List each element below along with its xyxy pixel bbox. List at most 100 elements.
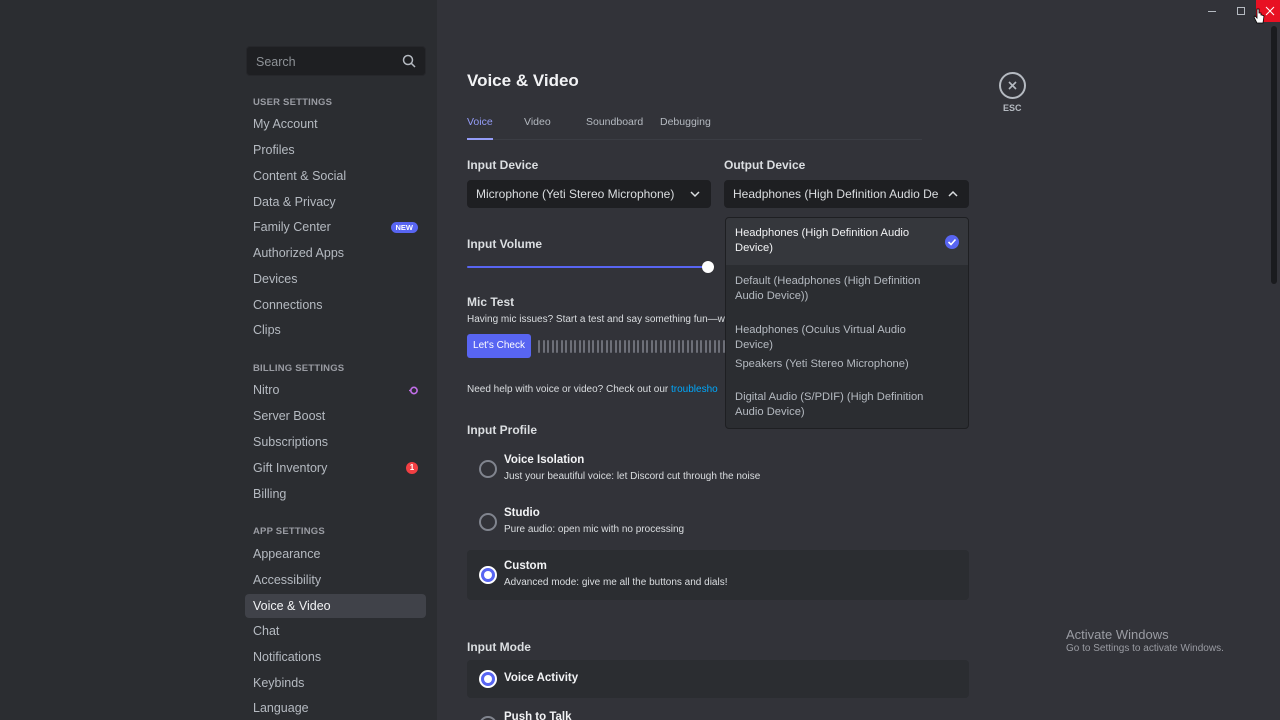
mic-level-bar	[592, 340, 594, 353]
radio-button[interactable]	[479, 513, 497, 531]
tab-debugging[interactable]: Debugging	[660, 116, 711, 140]
page-title: Voice & Video	[467, 71, 579, 90]
activate-windows-title: Activate Windows	[1066, 627, 1169, 642]
mic-level-bar	[614, 340, 617, 353]
radio-button[interactable]	[479, 460, 497, 478]
scrollbar[interactable]	[1271, 26, 1277, 284]
mic-level-bar	[565, 340, 567, 353]
settings-sidebar: USER SETTINGS My Account Profiles Conten…	[0, 0, 437, 720]
sidebar-item-notifications[interactable]: Notifications	[245, 645, 426, 669]
input-device-value: Microphone (Yeti Stereo Microphone)	[476, 187, 675, 201]
sidebar-item-label: Family Center	[253, 220, 331, 234]
esc-label: ESC	[1003, 103, 1022, 113]
mouse-cursor-icon	[1253, 8, 1265, 24]
sidebar-item-family-center[interactable]: Family Center NEW	[245, 215, 426, 239]
dropdown-option[interactable]: Digital Audio (S/PDIF) (High Definition …	[726, 390, 968, 420]
app-settings-header: APP SETTINGS	[253, 526, 325, 537]
profile-description: Just your beautiful voice: let Discord c…	[504, 471, 761, 482]
search-icon[interactable]	[402, 54, 416, 68]
sidebar-item-billing[interactable]: Billing	[245, 482, 426, 506]
troubleshooting-link[interactable]: troublesho	[671, 384, 718, 395]
input-device-select[interactable]: Microphone (Yeti Stereo Microphone)	[467, 180, 711, 208]
sidebar-item-language[interactable]: Language	[245, 696, 426, 720]
sidebar-item-subscriptions[interactable]: Subscriptions	[245, 430, 426, 454]
input-volume-label: Input Volume	[467, 237, 543, 251]
sidebar-item-keybinds[interactable]: Keybinds	[245, 671, 426, 695]
mic-level-bar	[632, 340, 635, 353]
mic-level-bar	[677, 340, 680, 353]
search-input[interactable]	[256, 53, 396, 71]
mic-test-description: Having mic issues? Start a test and say …	[467, 314, 725, 325]
maximize-button[interactable]	[1227, 0, 1255, 22]
sidebar-item-connections[interactable]: Connections	[245, 293, 426, 317]
sidebar-item-gift-inventory[interactable]: Gift Inventory 1	[245, 456, 426, 480]
mic-level-bar	[704, 340, 707, 353]
new-badge: NEW	[390, 222, 418, 233]
help-text-prefix: Need help with voice or video? Check out…	[467, 384, 672, 395]
nitro-icon	[409, 386, 418, 395]
sidebar-item-data-privacy[interactable]: Data & Privacy	[245, 190, 426, 214]
tab-video[interactable]: Video	[524, 116, 551, 140]
search-box[interactable]	[246, 46, 426, 76]
sidebar-item-my-account[interactable]: My Account	[245, 112, 426, 136]
mic-level-bar	[659, 340, 662, 353]
mode-option-voice-activity[interactable]: Voice Activity	[467, 660, 969, 698]
radio-button-selected[interactable]	[479, 670, 497, 688]
mic-test-label: Mic Test	[467, 295, 515, 309]
sidebar-item-server-boost[interactable]: Server Boost	[245, 404, 426, 428]
sidebar-item-authorized-apps[interactable]: Authorized Apps	[245, 241, 426, 265]
sidebar-item-nitro[interactable]: Nitro	[245, 378, 426, 402]
mic-level-bar	[713, 340, 716, 353]
sidebar-item-label: Gift Inventory	[253, 461, 328, 475]
mic-level-bar	[574, 340, 576, 353]
mode-option-push-to-talk[interactable]: Push to Talk	[467, 704, 969, 720]
mic-level-bar	[709, 340, 711, 353]
minimize-icon	[1208, 11, 1216, 12]
profile-option-custom[interactable]: Custom Advanced mode: give me all the bu…	[467, 550, 969, 600]
dropdown-option[interactable]: Speakers (Yeti Stereo Microphone)	[726, 357, 968, 372]
chevron-down-icon	[690, 191, 700, 198]
dropdown-option[interactable]: Default (Headphones (High Definition Aud…	[726, 274, 968, 304]
dropdown-option[interactable]: Headphones (Oculus Virtual Audio Device)	[726, 323, 968, 353]
sidebar-item-profiles[interactable]: Profiles	[245, 138, 426, 162]
tab-voice[interactable]: Voice	[467, 116, 493, 140]
mic-level-bar	[664, 340, 666, 353]
mic-level-bar	[623, 340, 626, 353]
mic-level-bar	[691, 340, 693, 353]
mic-level-bar	[686, 340, 689, 353]
mic-level-bar	[646, 340, 648, 353]
mic-level-bar	[547, 340, 549, 353]
minimize-button[interactable]	[1198, 0, 1226, 22]
sidebar-item-content-social[interactable]: Content & Social	[245, 164, 426, 188]
output-device-select[interactable]: Headphones (High Definition Audio Device…	[724, 180, 969, 208]
billing-settings-header: BILLING SETTINGS	[253, 363, 345, 374]
radio-button[interactable]	[479, 716, 497, 720]
sidebar-item-chat[interactable]: Chat	[245, 619, 426, 643]
dropdown-option[interactable]: Headphones (High Definition Audio Device…	[726, 218, 968, 265]
mic-level-bar	[695, 340, 698, 353]
lets-check-button[interactable]: Let's Check	[467, 334, 531, 358]
mic-level-bar	[601, 340, 603, 353]
mode-title: Voice Activity	[504, 672, 579, 684]
profile-option-voice-isolation[interactable]: Voice Isolation Just your beautiful voic…	[467, 444, 969, 494]
sidebar-item-clips[interactable]: Clips	[245, 318, 426, 342]
radio-button-selected[interactable]	[479, 566, 497, 584]
sidebar-item-accessibility[interactable]: Accessibility	[245, 568, 426, 592]
output-device-value: Headphones (High Definition Audio Device…	[733, 187, 938, 201]
sidebar-item-devices[interactable]: Devices	[245, 267, 426, 291]
chevron-up-icon	[948, 190, 958, 197]
tab-soundboard[interactable]: Soundboard	[586, 116, 643, 140]
mic-level-bar	[637, 340, 639, 353]
close-settings-button[interactable]	[999, 72, 1026, 99]
input-volume-slider[interactable]	[467, 266, 709, 268]
input-volume-thumb[interactable]	[702, 261, 714, 273]
mic-level-meter	[538, 340, 728, 353]
profile-option-studio[interactable]: Studio Pure audio: open mic with no proc…	[467, 497, 969, 547]
mic-level-bar	[718, 340, 720, 353]
sidebar-item-appearance[interactable]: Appearance	[245, 542, 426, 566]
sidebar-item-voice-video[interactable]: Voice & Video	[245, 594, 426, 618]
profile-title: Studio	[504, 507, 540, 519]
mic-level-bar	[673, 340, 675, 353]
input-profile-label: Input Profile	[467, 423, 537, 437]
sidebar-item-label: Nitro	[253, 383, 280, 397]
